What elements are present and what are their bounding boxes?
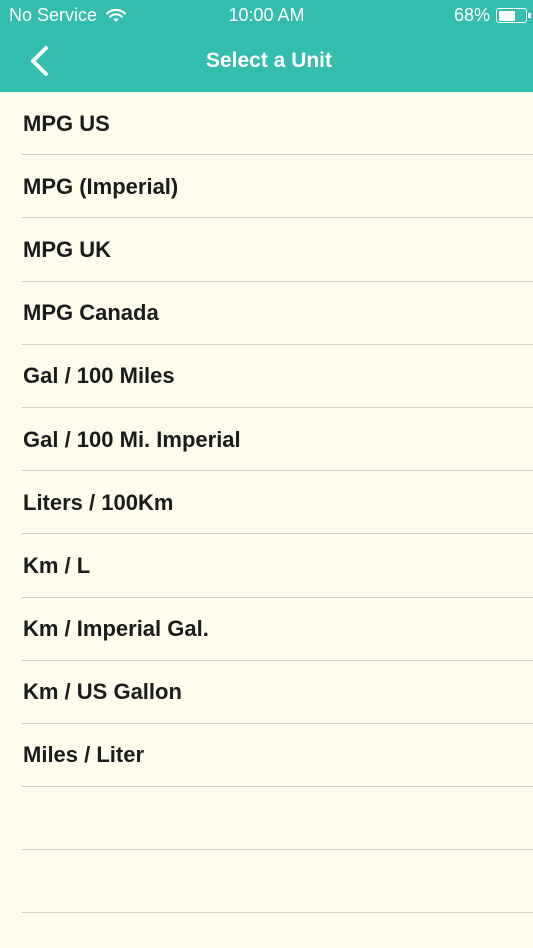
unit-label: MPG (Imperial) [23,173,179,199]
empty-row [0,787,533,851]
battery-tip [528,13,531,18]
unit-label: MPG Canada [23,300,159,326]
unit-label: Km / US Gallon [23,679,182,705]
unit-item-mpg-uk[interactable]: MPG UK [0,218,533,282]
unit-label: MPG US [23,110,110,136]
unit-selection-screen: No Service 10:00 AM 68% Select a Unit MP… [0,0,533,948]
unit-item-gal-100-miles[interactable]: Gal / 100 Miles [0,345,533,409]
unit-item-miles-liter[interactable]: Miles / Liter [0,724,533,788]
battery-percent: 68% [453,5,490,25]
battery-icon [496,8,531,23]
unit-item-mpg-canada[interactable]: MPG Canada [0,282,533,345]
unit-item-liters-100km[interactable]: Liters / 100Km [0,471,533,535]
unit-item-km-l[interactable]: Km / L [0,534,533,598]
unit-label: Liters / 100Km [23,489,174,515]
battery-fill [498,10,516,21]
status-right: 68% [453,5,531,26]
unit-item-mpg-us[interactable]: MPG US [0,92,533,156]
unit-item-mpg-imperial[interactable]: MPG (Imperial) [0,155,533,219]
unit-label: Km / Imperial Gal. [23,616,209,642]
unit-label: Miles / Liter [23,742,145,768]
unit-label: MPG UK [23,236,111,262]
unit-item-km-imperial-gal[interactable]: Km / Imperial Gal. [0,598,533,661]
navigation-bar: Select a Unit [0,30,533,92]
empty-row [0,850,533,914]
header: No Service 10:00 AM 68% Select a Unit [0,0,533,92]
unit-item-km-us-gallon[interactable]: Km / US Gallon [0,661,533,725]
unit-label: Gal / 100 Mi. Imperial [23,426,241,452]
page-title: Select a Unit [205,49,333,72]
status-bar: No Service 10:00 AM 68% [0,0,533,30]
unit-label: Gal / 100 Miles [23,363,175,389]
unit-label: Km / L [23,552,91,578]
unit-list: MPG US MPG (Imperial) MPG UK MPG Canada … [0,92,533,914]
unit-item-gal-100-mi-imperial[interactable]: Gal / 100 Mi. Imperial [0,408,533,472]
